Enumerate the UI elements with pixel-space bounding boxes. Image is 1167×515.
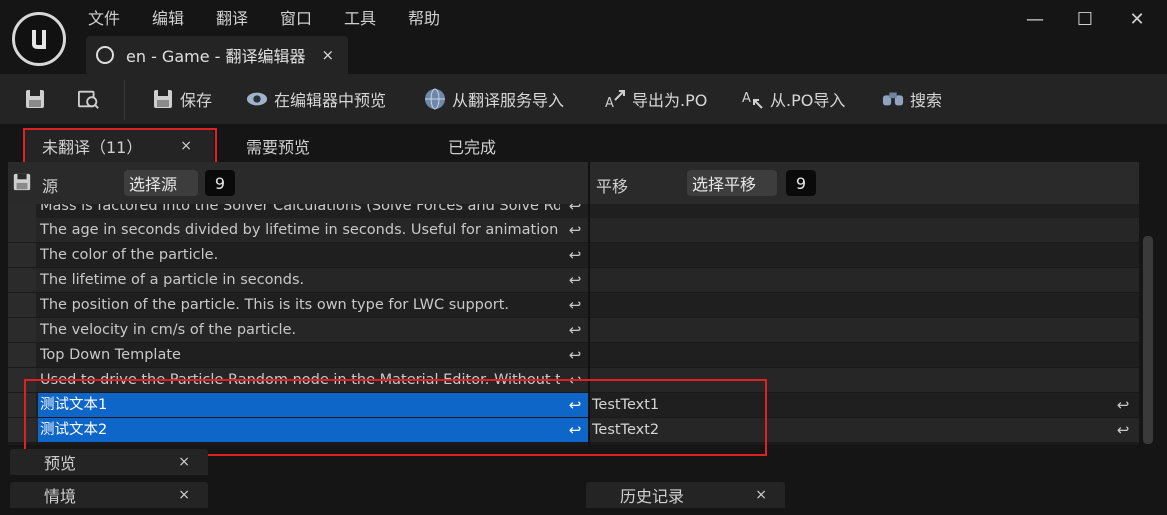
revert-icon[interactable]: ↩ (1114, 396, 1132, 414)
browse-asset-button[interactable] (78, 85, 106, 113)
menu-help[interactable]: 帮助 (408, 8, 440, 30)
highlight-box-tab (23, 128, 217, 164)
tab-completed[interactable]: 已完成 (448, 130, 496, 162)
import-from-service-button[interactable]: 从翻译服务导入 (424, 85, 564, 113)
save-label: 保存 (180, 91, 213, 110)
unreal-logo-icon[interactable] (12, 12, 66, 66)
panel-preview-label: 预览 (44, 454, 77, 473)
revert-icon[interactable]: ↩ (1114, 421, 1132, 439)
globe-icon (424, 88, 446, 110)
revert-icon[interactable]: ↩ (566, 321, 584, 339)
panel-tab-context[interactable]: 情境 × (10, 482, 208, 508)
source-select-button[interactable]: 选择源 (124, 170, 198, 196)
import-po-button[interactable]: A 从.PO导入 (742, 85, 845, 113)
document-tab-title: en - Game - 翻译编辑器 (126, 47, 306, 66)
highlight-box-rows (24, 379, 767, 456)
source-text: Top Down Template (40, 347, 181, 363)
target-count-badge: 9 (786, 170, 816, 196)
target-select-button[interactable]: 选择平移 (687, 170, 777, 196)
tab-needs-review[interactable]: 需要预览 (246, 130, 310, 162)
binoculars-icon (882, 88, 904, 110)
panel-tab-history[interactable]: 历史记录 × (586, 482, 785, 508)
close-icon[interactable]: × (178, 487, 190, 503)
maximize-button[interactable]: ☐ (1070, 6, 1100, 32)
menu-edit[interactable]: 编辑 (152, 8, 184, 30)
vertical-scrollbar[interactable] (1143, 236, 1153, 444)
revert-icon[interactable]: ↩ (566, 271, 584, 289)
asset-icon (96, 46, 114, 64)
preview-in-editor-button[interactable]: 在编辑器中预览 (246, 85, 386, 113)
menu-tools[interactable]: 工具 (344, 8, 376, 30)
search-label: 搜索 (910, 91, 943, 110)
toolbar-separator (124, 80, 125, 120)
target-column-header: 平移 (596, 177, 629, 196)
panel-context-label: 情境 (44, 487, 77, 506)
svg-text:A: A (605, 96, 614, 110)
source-text: The color of the particle. (40, 247, 219, 263)
revert-icon[interactable]: ↩ (566, 221, 584, 239)
save-row-icon[interactable] (12, 172, 34, 194)
minimize-button[interactable]: — (1020, 6, 1050, 32)
revert-icon[interactable]: ↩ (566, 296, 584, 314)
save-current-icon-button[interactable] (24, 85, 52, 113)
search-button[interactable]: 搜索 (882, 85, 942, 113)
save-icon (24, 88, 46, 110)
close-icon[interactable]: × (178, 454, 190, 470)
export-po-label: 导出为.PO (632, 91, 708, 110)
menu-translate[interactable]: 翻译 (216, 8, 248, 30)
export-po-button[interactable]: A 导出为.PO (604, 85, 707, 113)
close-window-button[interactable]: ✕ (1122, 6, 1152, 32)
close-tab-icon[interactable]: × (322, 46, 335, 64)
source-column-header: 源 (42, 177, 59, 196)
source-text: The age in seconds divided by lifetime i… (40, 222, 560, 238)
source-text: The velocity in cm/s of the particle. (40, 322, 297, 338)
source-text: The lifetime of a particle in seconds. (40, 272, 305, 288)
import-po-label: 从.PO导入 (770, 91, 846, 110)
menu-file[interactable]: 文件 (88, 8, 120, 30)
target-select-label: 选择平移 (692, 175, 757, 194)
import-service-label: 从翻译服务导入 (452, 91, 565, 110)
preview-label: 在编辑器中预览 (274, 91, 387, 110)
save-icon (152, 88, 174, 110)
source-select-label: 选择源 (129, 175, 178, 194)
close-icon[interactable]: × (755, 487, 767, 503)
svg-text:A: A (742, 91, 751, 106)
document-tab[interactable]: en - Game - 翻译编辑器 × (86, 36, 348, 74)
export-translation-icon: A (604, 88, 626, 110)
menu-window[interactable]: 窗口 (280, 8, 312, 30)
panel-history-label: 历史记录 (620, 487, 685, 506)
save-button[interactable]: 保存 (152, 85, 212, 113)
source-count-badge: 9 (205, 170, 235, 196)
revert-icon[interactable]: ↩ (566, 346, 584, 364)
revert-icon[interactable]: ↩ (566, 246, 584, 264)
import-translation-icon: A (742, 88, 764, 110)
eye-icon (246, 88, 268, 110)
panel-tab-preview[interactable]: 预览 × (10, 449, 208, 475)
folder-search-icon (78, 88, 100, 110)
source-text: The position of the particle. This is it… (40, 297, 509, 313)
